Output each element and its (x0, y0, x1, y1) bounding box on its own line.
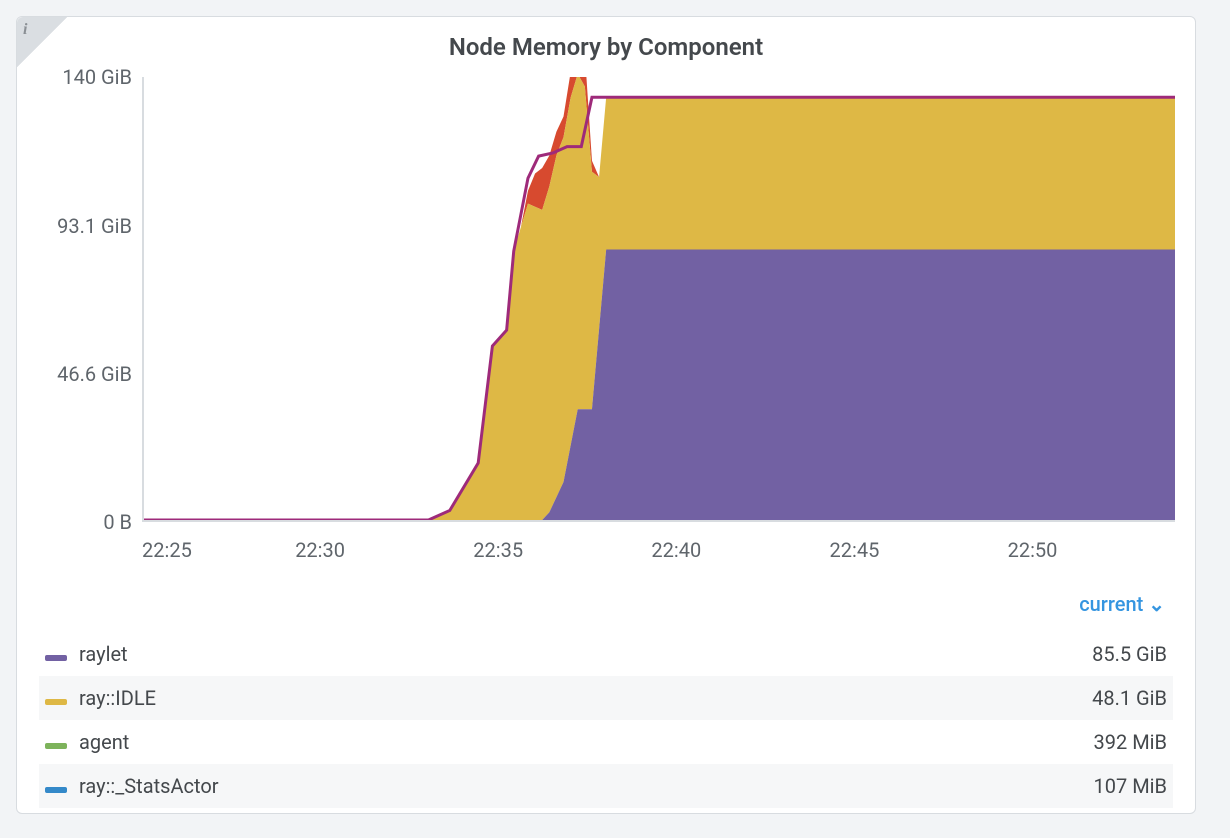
y-tick-label: 93.1 GiB (57, 214, 132, 238)
panel-node-memory: i Node Memory by Component 140 GiB 93.1 G… (16, 16, 1196, 814)
legend-row[interactable]: agent392 MiB (39, 720, 1173, 764)
y-tick-label: 46.6 GiB (57, 362, 132, 386)
legend-current-value: 107 MiB (772, 764, 1173, 808)
chart: 140 GiB93.1 GiB46.6 GiB0 B 22:2522:3022:… (37, 77, 1175, 577)
x-tick-label: 22:45 (830, 538, 880, 562)
legend-swatch (39, 632, 73, 676)
legend-swatch (39, 676, 73, 720)
x-tick-label: 22:25 (142, 538, 192, 562)
legend-current-value: 48.1 GiB (772, 676, 1173, 720)
plot-area[interactable] (142, 77, 1175, 522)
x-tick-label: 22:30 (295, 538, 345, 562)
legend-row[interactable]: ray::_StatsActor107 MiB (39, 764, 1173, 808)
legend-row[interactable]: raylet85.5 GiB (39, 632, 1173, 676)
legend-table: raylet85.5 GiBray::IDLE48.1 GiBagent392 … (39, 632, 1173, 808)
legend-swatch (39, 720, 73, 764)
value-mode-dropdown[interactable]: current ⌄ (1079, 592, 1165, 616)
legend-swatch (39, 764, 73, 808)
info-icon[interactable]: i (17, 17, 67, 67)
y-tick-label: 0 B (103, 510, 132, 534)
y-tick-label: 140 GiB (62, 65, 132, 89)
legend-current-value: 85.5 GiB (772, 632, 1173, 676)
x-tick-label: 22:40 (651, 538, 701, 562)
x-tick-label: 22:35 (473, 538, 523, 562)
legend-current-value: 392 MiB (772, 720, 1173, 764)
y-axis-labels: 140 GiB93.1 GiB46.6 GiB0 B (37, 77, 142, 577)
legend-series-name: raylet (73, 632, 772, 676)
dropdown-label: current (1079, 592, 1143, 616)
legend-series-name: ray::_StatsActor (73, 764, 772, 808)
area-raylet (144, 249, 1175, 520)
legend-row[interactable]: ray::IDLE48.1 GiB (39, 676, 1173, 720)
chevron-down-icon: ⌄ (1148, 592, 1165, 616)
x-tick-label: 22:50 (1008, 538, 1058, 562)
legend-series-name: agent (73, 720, 772, 764)
panel-title: Node Memory by Component (17, 17, 1195, 61)
legend-series-name: ray::IDLE (73, 676, 772, 720)
x-axis-labels: 22:25 22:30 22:35 22:40 22:45 22:50 (142, 532, 1175, 577)
